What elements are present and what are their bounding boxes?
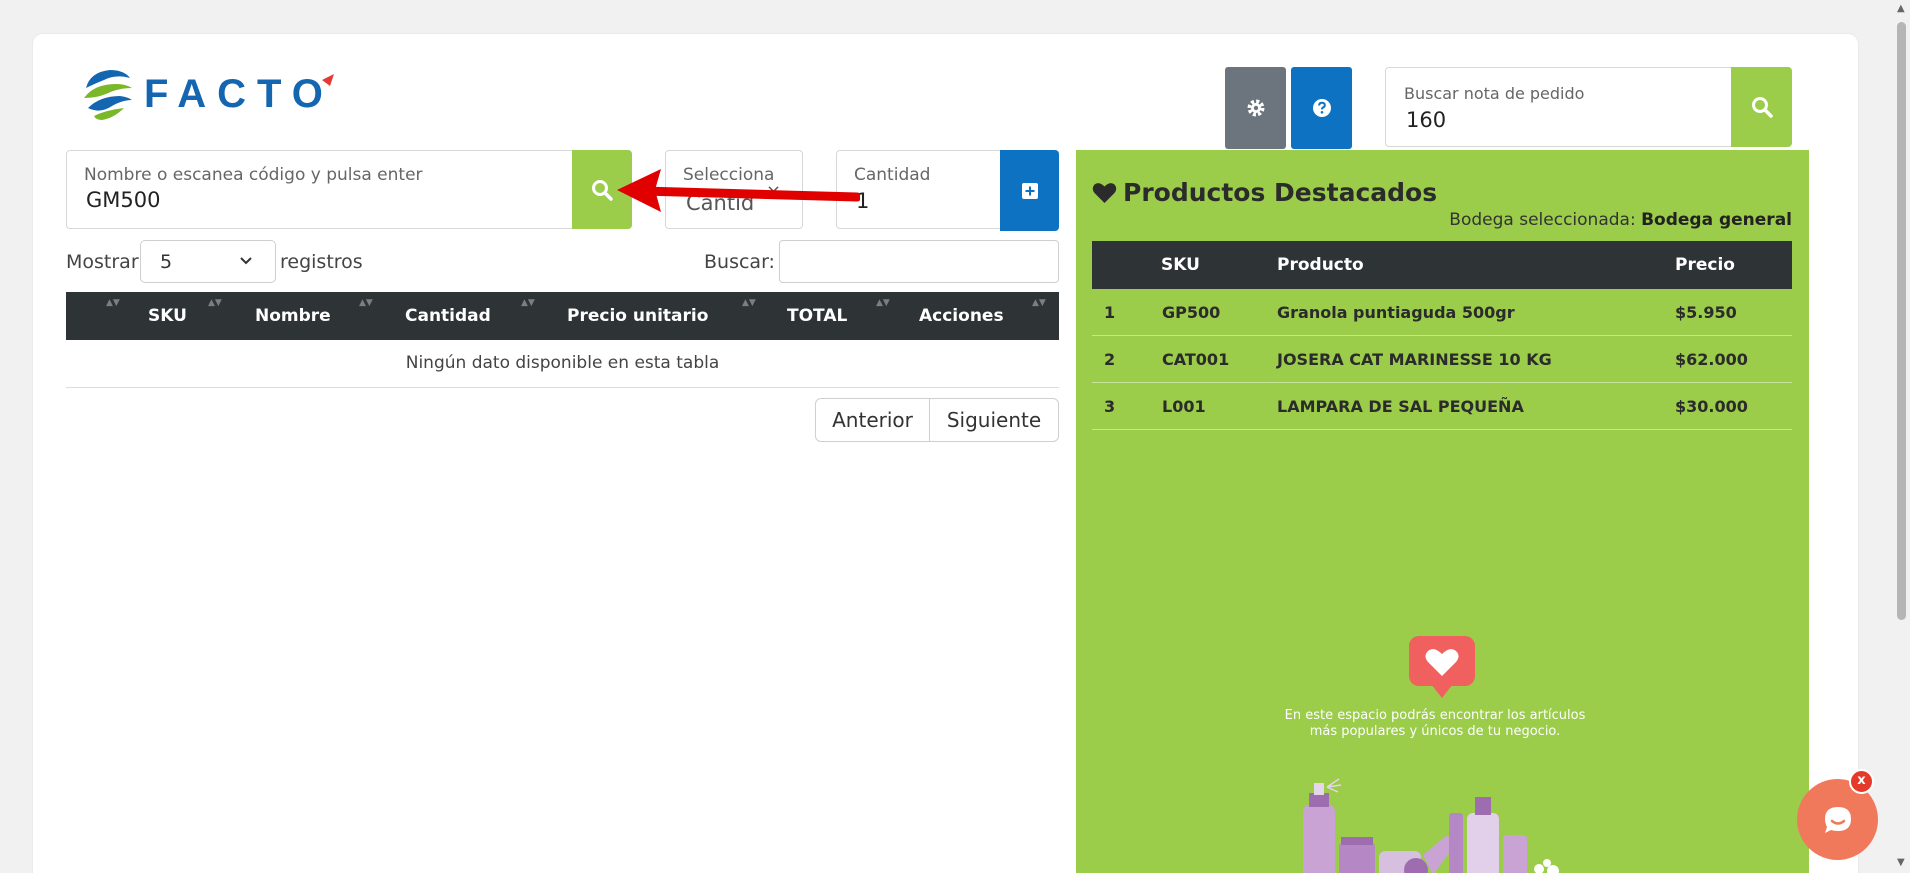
quantity-field[interactable]: Cantidad 1	[836, 150, 1001, 229]
featured-promo-text: En este espacio podrás encontrar los art…	[1270, 708, 1600, 740]
sort-icon[interactable]: ▲▼	[106, 298, 120, 308]
featured-table-header: SKU Producto Precio	[1092, 241, 1792, 289]
chevron-down-icon	[240, 257, 252, 265]
sort-icon[interactable]: ▲▼	[208, 298, 222, 308]
scroll-down-arrow-icon[interactable]: ▼	[1897, 857, 1905, 868]
featured-row-product: Granola puntiaguda 500gr	[1277, 303, 1515, 322]
sort-icon[interactable]: ▲▼	[359, 298, 373, 308]
help-button[interactable]	[1291, 67, 1352, 149]
featured-row-index: 2	[1104, 350, 1116, 369]
sort-icon[interactable]: ▲▼	[742, 298, 756, 308]
featured-row-price: $30.000	[1675, 397, 1748, 416]
col-cantidad[interactable]: Cantidad	[405, 306, 491, 326]
col-sku[interactable]: SKU	[148, 306, 187, 326]
facto-logo-text: FACTO	[144, 71, 334, 116]
col-acciones[interactable]: Acciones	[919, 306, 1004, 326]
cart-table-empty-row: Ningún dato disponible en esta tabla	[66, 340, 1059, 388]
facto-logo: FACTO	[80, 66, 334, 122]
facto-logo-mark	[84, 70, 132, 120]
featured-row-index: 1	[1104, 303, 1116, 322]
fcol-precio: Precio	[1675, 255, 1735, 275]
order-search-value[interactable]: 160	[1406, 108, 1446, 132]
featured-row-product: JOSERA CAT MARINESSE 10 KG	[1277, 350, 1552, 369]
promo-line-2: más populares y únicos de tu negocio.	[1309, 724, 1561, 739]
quantity-label: Cantidad	[854, 165, 931, 185]
chat-close-button[interactable]: x	[1849, 769, 1874, 794]
featured-row-index: 3	[1104, 397, 1116, 416]
search-icon	[1751, 97, 1773, 118]
pagination-next-button[interactable]: Siguiente	[929, 398, 1059, 442]
question-circle-icon	[1312, 99, 1331, 117]
records-label: registros	[280, 251, 363, 273]
featured-row-sku: CAT001	[1162, 350, 1230, 369]
sort-icon[interactable]: ▲▼	[1032, 298, 1046, 308]
red-arrow-annotation	[617, 169, 860, 212]
sort-icon[interactable]: ▲▼	[521, 298, 535, 308]
featured-row-price: $5.950	[1675, 303, 1737, 322]
warehouse-info: Bodega seleccionada: Bodega general	[1449, 210, 1792, 230]
entries-per-page-select[interactable]: 5	[140, 240, 276, 283]
settings-button[interactable]	[1225, 67, 1286, 149]
heart-icon	[1092, 182, 1117, 203]
order-search-field[interactable]: Buscar nota de pedido 160	[1385, 67, 1732, 147]
warehouse-label: Bodega seleccionada:	[1449, 210, 1636, 230]
table-search-label: Buscar:	[704, 251, 775, 273]
scrollbar-thumb[interactable]	[1897, 22, 1906, 620]
product-search-label: Nombre o escanea código y pulsa enter	[84, 165, 423, 185]
entries-per-page-value: 5	[160, 251, 173, 273]
product-search-field[interactable]: Nombre o escanea código y pulsa enter GM…	[66, 150, 573, 229]
featured-row[interactable]: 1 GP500 Granola puntiaguda 500gr $5.950	[1092, 289, 1792, 336]
scroll-up-arrow-icon[interactable]: ▲	[1897, 3, 1905, 14]
add-product-button[interactable]	[1000, 150, 1059, 231]
products-illustration	[1303, 778, 1559, 873]
pagination-prev-button[interactable]: Anterior	[815, 398, 930, 442]
sort-icon[interactable]: ▲▼	[876, 298, 890, 308]
promo-line-1: En este espacio podrás encontrar los art…	[1284, 708, 1586, 723]
featured-row[interactable]: 2 CAT001 JOSERA CAT MARINESSE 10 KG $62.…	[1092, 336, 1792, 383]
featured-row[interactable]: 3 L001 LAMPARA DE SAL PEQUEÑA $30.000	[1092, 383, 1792, 430]
gear-icon	[1247, 99, 1264, 117]
page-scrollbar[interactable]: ▲ ▼	[1893, 0, 1910, 873]
order-search-label: Buscar nota de pedido	[1404, 84, 1585, 103]
featured-row-product: LAMPARA DE SAL PEQUEÑA	[1277, 397, 1524, 416]
col-precio-unitario[interactable]: Precio unitario	[567, 306, 708, 326]
order-search-button[interactable]	[1731, 67, 1792, 147]
search-icon	[592, 179, 613, 201]
plus-square-icon	[1021, 182, 1038, 199]
logo-accent-triangle	[321, 74, 334, 86]
featured-row-sku: L001	[1162, 397, 1206, 416]
chat-bubble-icon	[1824, 806, 1851, 833]
col-total[interactable]: TOTAL	[787, 306, 847, 326]
featured-row-price: $62.000	[1675, 350, 1748, 369]
fcol-sku: SKU	[1161, 255, 1200, 275]
warehouse-value: Bodega general	[1641, 210, 1792, 230]
cart-table-header: ▲▼ SKU ▲▼ Nombre ▲▼ Cantidad ▲▼ Precio u…	[66, 292, 1059, 340]
featured-title-text: Productos Destacados	[1123, 178, 1438, 207]
table-search-input[interactable]	[779, 240, 1059, 283]
featured-title: Productos Destacados	[1092, 178, 1437, 207]
fcol-producto: Producto	[1277, 255, 1364, 275]
col-nombre[interactable]: Nombre	[255, 306, 331, 326]
show-entries-label: Mostrar	[66, 251, 139, 273]
heart-speech-bubble-icon	[1409, 636, 1475, 698]
featured-row-sku: GP500	[1162, 303, 1221, 322]
product-search-value[interactable]: GM500	[86, 188, 160, 212]
